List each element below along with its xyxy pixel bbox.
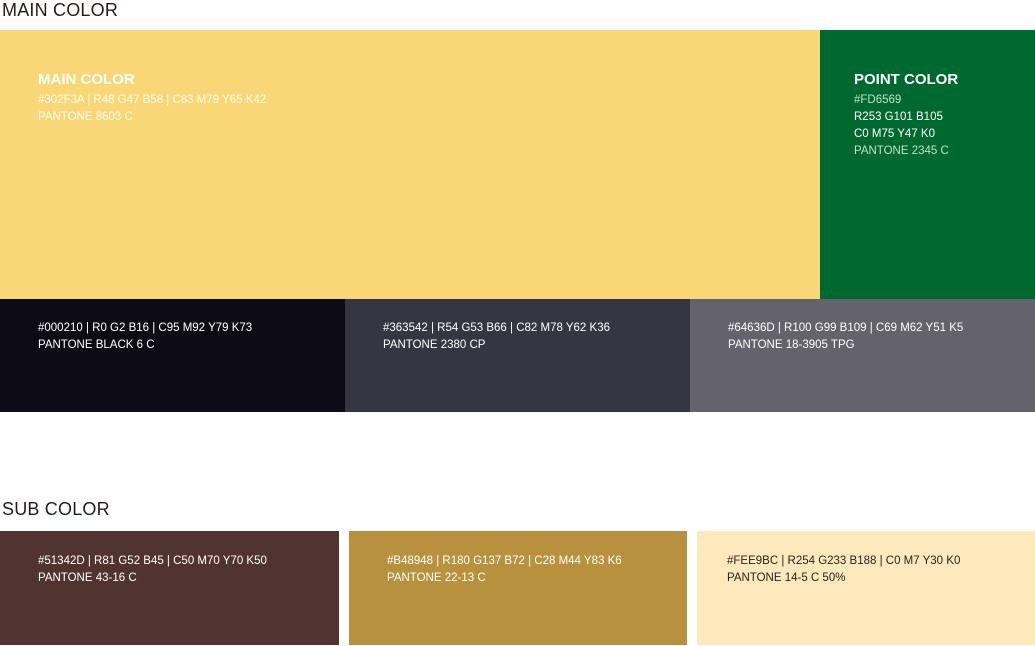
point-color-swatch: POINT COLOR #FD6569 R253 G101 B105 C0 M7… bbox=[820, 30, 1035, 299]
main-color-codes: #302F3A | R48 G47 B58 | C83 M79 Y65 K42 bbox=[38, 94, 267, 106]
point-color-hex: #FD6569 bbox=[854, 94, 902, 106]
point-color-info: POINT COLOR #FD6569 R253 G101 B105 C0 M7… bbox=[854, 70, 958, 160]
swatch-pantone: PANTONE 22-13 C bbox=[387, 572, 486, 584]
swatch-codes: #51342D | R81 G52 B45 | C50 M70 Y70 K50 bbox=[38, 555, 267, 567]
swatch-pantone: PANTONE 43-16 C bbox=[38, 572, 137, 584]
color-swatch-brown: #51342D | R81 G52 B45 | C50 M70 Y70 K50 … bbox=[0, 531, 339, 645]
color-swatch-gray: #64636D | R100 G99 B109 | C69 M62 Y51 K5… bbox=[690, 299, 1035, 412]
swatch-info: #FEE9BC | R254 G233 B188 | C0 M7 Y30 K0 … bbox=[727, 553, 960, 587]
swatch-info: #51342D | R81 G52 B45 | C50 M70 Y70 K50 … bbox=[38, 553, 267, 587]
swatch-codes: #B48948 | R180 G137 B72 | C28 M44 Y83 K6 bbox=[387, 555, 622, 567]
color-swatch-gold: #B48948 | R180 G137 B72 | C28 M44 Y83 K6… bbox=[349, 531, 687, 645]
swatch-codes: #64636D | R100 G99 B109 | C69 M62 Y51 K5 bbox=[728, 322, 964, 334]
swatch-pantone: PANTONE 14-5 C 50% bbox=[727, 572, 846, 584]
point-color-heading: POINT COLOR bbox=[854, 71, 959, 88]
point-color-rgb: R253 G101 B105 bbox=[854, 111, 943, 123]
point-color-pantone: PANTONE 2345 C bbox=[854, 145, 949, 157]
swatch-info: #B48948 | R180 G137 B72 | C28 M44 Y83 K6… bbox=[387, 553, 622, 587]
swatch-pantone: PANTONE 18-3905 TPG bbox=[728, 339, 855, 351]
point-color-cmyk: C0 M75 Y47 K0 bbox=[854, 128, 935, 140]
swatch-info: #64636D | R100 G99 B109 | C69 M62 Y51 K5… bbox=[728, 320, 963, 354]
sub-color-section-title: SUB COLOR bbox=[2, 499, 110, 519]
swatch-codes: #000210 | R0 G2 B16 | C95 M92 Y79 K73 bbox=[38, 322, 253, 334]
swatch-info: #363542 | R54 G53 B66 | C82 M78 Y62 K36 … bbox=[383, 320, 610, 354]
main-color-info: MAIN COLOR #302F3A | R48 G47 B58 | C83 M… bbox=[38, 70, 266, 126]
swatch-info: #000210 | R0 G2 B16 | C95 M92 Y79 K73 PA… bbox=[38, 320, 252, 354]
main-color-heading: MAIN COLOR bbox=[38, 71, 135, 88]
swatch-pantone: PANTONE 2380 CP bbox=[383, 339, 486, 351]
main-color-swatch: MAIN COLOR #302F3A | R48 G47 B58 | C83 M… bbox=[0, 30, 820, 299]
color-swatch-dark-gray: #363542 | R54 G53 B66 | C82 M78 Y62 K36 … bbox=[345, 299, 690, 412]
main-color-section-title: MAIN COLOR bbox=[2, 0, 119, 20]
main-color-pantone: PANTONE 8603 C bbox=[38, 111, 133, 123]
swatch-codes: #FEE9BC | R254 G233 B188 | C0 M7 Y30 K0 bbox=[727, 555, 961, 567]
color-swatch-black: #000210 | R0 G2 B16 | C95 M92 Y79 K73 PA… bbox=[0, 299, 345, 412]
color-swatch-cream: #FEE9BC | R254 G233 B188 | C0 M7 Y30 K0 … bbox=[697, 531, 1035, 645]
swatch-pantone: PANTONE BLACK 6 C bbox=[38, 339, 155, 351]
swatch-codes: #363542 | R54 G53 B66 | C82 M78 Y62 K36 bbox=[383, 322, 610, 334]
